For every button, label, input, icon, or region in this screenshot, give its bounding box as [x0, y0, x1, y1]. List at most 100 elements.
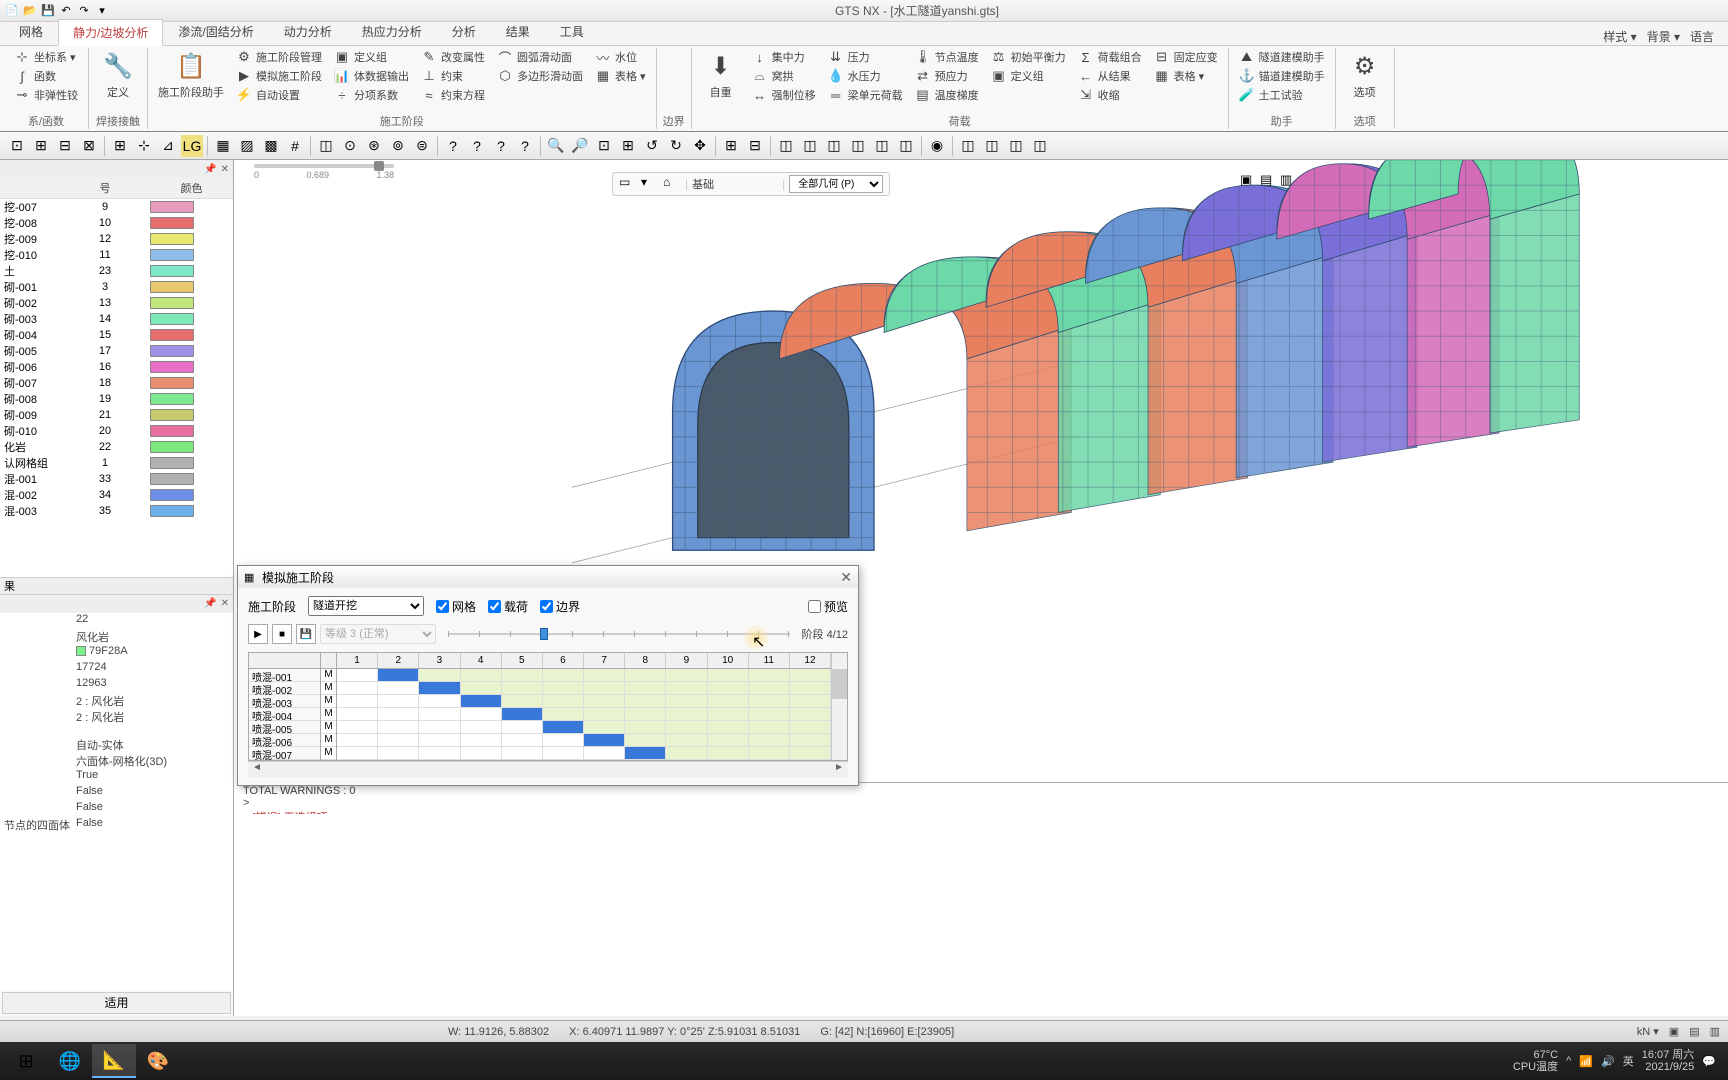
inelastic-hinge-button[interactable]: ⊸非弹性铰 [10, 86, 82, 104]
taskbar-wifi-icon[interactable]: 📶 [1579, 1055, 1593, 1068]
background-menu[interactable]: 背景 ▾ [1647, 28, 1680, 45]
define-group-button[interactable]: ▣定义组 [330, 48, 413, 66]
init-balance-button[interactable]: ⚖初始平衡力 [987, 48, 1070, 66]
chk-preview[interactable]: 预览 [808, 598, 848, 615]
arch-button[interactable]: ⌓窝拱 [748, 67, 820, 85]
water-pressure-button[interactable]: 💧水压力 [824, 67, 907, 85]
taskbar-tray-icon[interactable]: ^ [1566, 1055, 1571, 1067]
color-list-row[interactable]: 挖-00810 [0, 215, 233, 231]
soil-test-button[interactable]: 🧪土工试验 [1235, 86, 1329, 104]
stage-manage-button[interactable]: ⚙施工阶段管理 [232, 48, 326, 66]
taskbar-ime[interactable]: 英 [1623, 1053, 1634, 1069]
tool-box-4[interactable]: ◫ [847, 135, 869, 157]
tool-rotate-r[interactable]: ↻ [665, 135, 687, 157]
tool-snap[interactable]: ⊹ [133, 135, 155, 157]
tool-2[interactable]: ⊞ [30, 135, 52, 157]
color-list-row[interactable]: 砌-00517 [0, 343, 233, 359]
color-list-row[interactable]: 砌-01020 [0, 423, 233, 439]
body-data-output-button[interactable]: 📊体数据输出 [330, 67, 413, 85]
forced-disp-button[interactable]: ↔强制位移 [748, 86, 820, 104]
close-panel-icon[interactable]: ✕ [221, 598, 229, 609]
color-list-row[interactable]: 挖-0079 [0, 199, 233, 215]
point-force-button[interactable]: ↓集中力 [748, 48, 820, 66]
color-list[interactable]: 挖-0079挖-00810挖-00912挖-01011土23砌-0013砌-00… [0, 199, 233, 577]
status-icon-1[interactable]: ▣ [1669, 1025, 1679, 1038]
tab-tools[interactable]: 工具 [545, 18, 599, 45]
tool-m2[interactable]: ▨ [236, 135, 258, 157]
pin-icon[interactable]: 📌 [204, 164, 216, 175]
tool-render-2[interactable]: ◫ [957, 135, 979, 157]
shrinkage-button[interactable]: ⇲收缩 [1074, 86, 1146, 104]
taskbar-clock[interactable]: 16:07 周六 2021/9/25 [1642, 1049, 1695, 1073]
surface-button[interactable]: ▦表格 ▾ [591, 67, 650, 85]
tool-zoom-win[interactable]: ⊞ [617, 135, 639, 157]
slip-polygon-button[interactable]: ⬡多边形滑动面 [493, 67, 587, 85]
chk-mesh[interactable]: 网格 [436, 598, 476, 615]
tool-q4[interactable]: ? [514, 135, 536, 157]
color-list-row[interactable]: 挖-00912 [0, 231, 233, 247]
open-file-icon[interactable]: 📂 [22, 3, 38, 19]
stop-button[interactable]: ■ [272, 624, 292, 644]
taskbar-notification-icon[interactable]: 💬 [1702, 1055, 1716, 1068]
simulate-stage-button[interactable]: ▶模拟施工阶段 [232, 67, 326, 85]
change-attribute-button[interactable]: ✎改变属性 [417, 48, 489, 66]
tool-3[interactable]: ⊟ [54, 135, 76, 157]
function-button[interactable]: ∫函数 [10, 67, 82, 85]
tool-1[interactable]: ⊡ [6, 135, 28, 157]
tool-box-6[interactable]: ◫ [895, 135, 917, 157]
stage-select[interactable]: 隧道开挖 [308, 596, 424, 616]
gantt-vscroll[interactable] [831, 653, 847, 760]
tool-q3[interactable]: ? [490, 135, 512, 157]
define-group2-button[interactable]: ▣定义组 [987, 67, 1070, 85]
tool-n3[interactable]: ⊚ [387, 135, 409, 157]
taskbar-sound-icon[interactable]: 🔊 [1601, 1055, 1615, 1068]
tab-analysis[interactable]: 分析 [437, 18, 491, 45]
tab-mesh[interactable]: 网格 [4, 18, 58, 45]
table-button[interactable]: ▦表格 ▾ [1150, 67, 1222, 85]
beam-load-button[interactable]: ═梁单元荷载 [824, 86, 907, 104]
tool-n1[interactable]: ⊙ [339, 135, 361, 157]
status-unit[interactable]: kN ▾ [1637, 1025, 1659, 1038]
tool-view-2[interactable]: ⊟ [744, 135, 766, 157]
load-combo-button[interactable]: Σ荷载组合 [1074, 48, 1146, 66]
stage-slider[interactable] [448, 624, 790, 644]
language-menu[interactable]: 语言 [1690, 28, 1714, 45]
water-level-button[interactable]: 〰水位 [591, 48, 650, 66]
status-icon-3[interactable]: ▥ [1710, 1025, 1720, 1038]
constraint-button[interactable]: ⊥约束 [417, 67, 489, 85]
gantt-hscroll[interactable]: ◄► [248, 761, 848, 777]
save-icon[interactable]: 💾 [40, 3, 56, 19]
color-list-row[interactable]: 土23 [0, 263, 233, 279]
constraint-eq-button[interactable]: ≈约束方程 [417, 86, 489, 104]
self-weight-button[interactable]: ⬇ 自重 [698, 48, 744, 102]
apply-button[interactable]: 适用 [2, 992, 231, 1014]
tool-render-5[interactable]: ◫ [1029, 135, 1051, 157]
tool-view-1[interactable]: ⊞ [720, 135, 742, 157]
tab-seepage[interactable]: 渗流/固结分析 [163, 18, 268, 45]
temp-gradient-button[interactable]: ▤温度梯度 [911, 86, 983, 104]
close-panel-icon[interactable]: ✕ [221, 164, 229, 175]
tool-render-3[interactable]: ◫ [981, 135, 1003, 157]
options-button[interactable]: ⚙ 选项 [1342, 48, 1388, 102]
tool-q1[interactable]: ? [442, 135, 464, 157]
slip-circle-button[interactable]: ⌒圆弧滑动面 [493, 48, 587, 66]
color-list-row[interactable]: 砌-00213 [0, 295, 233, 311]
tool-box-3[interactable]: ◫ [823, 135, 845, 157]
chk-boundary[interactable]: 边界 [540, 598, 580, 615]
tool-n2[interactable]: ⊛ [363, 135, 385, 157]
fixed-strain-button[interactable]: ⊟固定应变 [1150, 48, 1222, 66]
tool-pan[interactable]: ✥ [689, 135, 711, 157]
partial-factor-button[interactable]: ÷分项系数 [330, 86, 413, 104]
color-list-row[interactable]: 混-00133 [0, 471, 233, 487]
from-result-button[interactable]: ←从结果 [1074, 67, 1146, 85]
tool-render-4[interactable]: ◫ [1005, 135, 1027, 157]
new-file-icon[interactable]: 📄 [4, 3, 20, 19]
tool-lg[interactable]: LG [181, 135, 203, 157]
start-button[interactable]: ⊞ [4, 1044, 48, 1078]
tunnel-wizard-button[interactable]: ⛰隧道建模助手 [1235, 48, 1329, 66]
node-temp-button[interactable]: 🌡节点温度 [911, 48, 983, 66]
color-list-row[interactable]: 砌-0013 [0, 279, 233, 295]
taskbar-app-2[interactable]: 🎨 [136, 1044, 180, 1078]
tool-zoom-out[interactable]: 🔎 [569, 135, 591, 157]
tab-static-slope[interactable]: 静力/边坡分析 [58, 19, 163, 46]
